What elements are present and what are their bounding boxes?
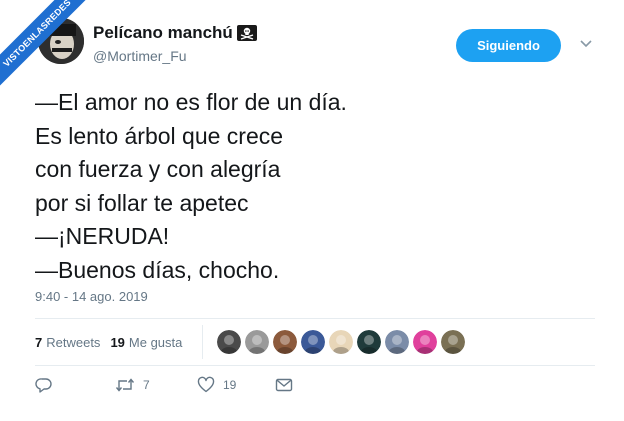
retweets-count[interactable]: 7 bbox=[35, 335, 42, 350]
retweets-label[interactable]: Retweets bbox=[46, 335, 100, 350]
reply-button[interactable] bbox=[35, 376, 115, 394]
like-button[interactable]: 19 bbox=[197, 376, 275, 394]
envelope-icon bbox=[275, 378, 293, 392]
display-name[interactable]: Pelícano manchú bbox=[93, 23, 257, 43]
tweet-line: —Buenos días, chocho. bbox=[35, 256, 280, 283]
tweet-line: por si follar te apetec bbox=[35, 189, 249, 216]
skull-and-crossbones-flag-icon bbox=[236, 25, 257, 41]
liker-avatar-7[interactable] bbox=[385, 330, 409, 354]
liker-avatar-2[interactable] bbox=[245, 330, 269, 354]
liker-avatar-1[interactable] bbox=[217, 330, 241, 354]
following-button[interactable]: Siguiendo bbox=[456, 29, 561, 62]
reply-icon bbox=[35, 378, 52, 393]
tweet-stats: 7 Retweets 19 Me gusta bbox=[35, 335, 182, 350]
stats-separator bbox=[202, 325, 203, 359]
tweet-line: —El amor no es flor de un día. bbox=[35, 89, 347, 115]
divider bbox=[35, 365, 595, 366]
tweet-timestamp[interactable]: 9:40 - 14 ago. 2019 bbox=[35, 289, 148, 304]
liker-avatar-8[interactable] bbox=[413, 330, 437, 354]
user-handle[interactable]: @Mortimer_Fu bbox=[93, 48, 187, 64]
tweet-line: Es lento árbol que crece bbox=[35, 122, 284, 149]
tweet-text: —El amor no es flor de un día. Es lento á… bbox=[35, 86, 347, 287]
liker-avatar-9[interactable] bbox=[441, 330, 465, 354]
tweet-actions: 7 19 bbox=[35, 376, 293, 394]
heart-icon bbox=[197, 376, 215, 393]
likes-label[interactable]: Me gusta bbox=[129, 335, 182, 350]
display-name-text: Pelícano manchú bbox=[93, 23, 233, 42]
tweet-line: con fuerza y con alegría bbox=[35, 156, 281, 182]
divider bbox=[35, 318, 595, 319]
tweet-line: —¡NERUDA! bbox=[35, 223, 170, 249]
like-count: 19 bbox=[223, 378, 237, 392]
retweet-icon bbox=[115, 378, 135, 392]
liker-avatar-6[interactable] bbox=[357, 330, 381, 354]
liker-avatar-5[interactable] bbox=[329, 330, 353, 354]
chevron-down-icon[interactable] bbox=[579, 39, 593, 49]
retweet-count: 7 bbox=[143, 378, 150, 392]
retweet-button[interactable]: 7 bbox=[115, 376, 197, 394]
direct-message-button[interactable] bbox=[275, 377, 293, 393]
liker-avatars bbox=[217, 330, 465, 354]
liker-avatar-4[interactable] bbox=[301, 330, 325, 354]
liker-avatar-3[interactable] bbox=[273, 330, 297, 354]
likes-count[interactable]: 19 bbox=[110, 335, 124, 350]
